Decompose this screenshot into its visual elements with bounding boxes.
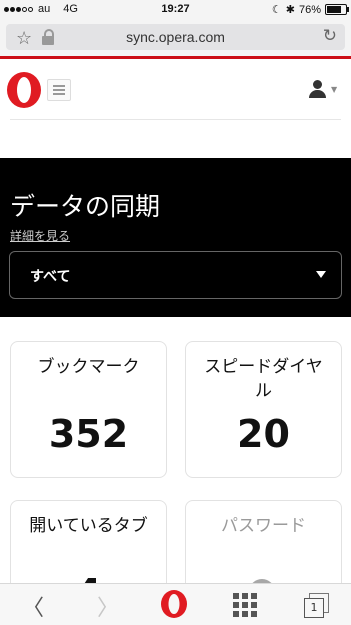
forward-arrow-icon[interactable]: 〉: [97, 590, 119, 622]
moon-icon: ☾: [271, 4, 282, 16]
hamburger-icon[interactable]: [47, 79, 71, 101]
grid-icon[interactable]: [233, 593, 257, 617]
tabs-button[interactable]: 1: [304, 593, 329, 618]
divider: [10, 119, 341, 120]
chevron-down-icon[interactable]: ▼: [331, 85, 337, 94]
data-type-select[interactable]: すべて: [9, 251, 342, 299]
opera-menu-icon[interactable]: [159, 589, 189, 619]
browser-address-bar: ☆ sync.opera.com ↻: [0, 20, 351, 56]
card-label: 開いているタブ: [29, 516, 148, 536]
status-bar: au 4G 19:27 ☾ ✱ 76%: [0, 0, 351, 20]
page-title: データの同期: [10, 192, 161, 221]
bookmarks-card[interactable]: ブックマーク 352: [10, 341, 167, 478]
reload-icon[interactable]: ↻: [323, 26, 337, 46]
battery-icon: [325, 4, 349, 15]
sync-header-section: データの同期 詳細を見る すべて: [0, 158, 351, 317]
url-field[interactable]: ☆ sync.opera.com ↻: [6, 24, 345, 50]
bluetooth-icon: ✱: [285, 4, 295, 16]
card-count: 352: [48, 412, 129, 456]
battery-percent: 76%: [298, 3, 321, 16]
caret-down-icon: [316, 271, 326, 278]
tabs-count: 1: [304, 598, 324, 618]
back-arrow-icon[interactable]: 〈: [22, 590, 44, 622]
card-label: スピードダイヤル: [204, 357, 323, 401]
details-link[interactable]: 詳細を見る: [10, 227, 70, 244]
url-text[interactable]: sync.opera.com: [6, 29, 345, 45]
user-icon[interactable]: [307, 79, 329, 101]
card-label: ブックマーク: [37, 357, 140, 377]
select-value: すべて: [30, 269, 71, 285]
site-header: ▼: [0, 59, 351, 121]
card-count: 20: [237, 412, 290, 456]
speed-dial-card[interactable]: スピードダイヤル 20: [185, 341, 342, 478]
browser-toolbar: 〈 〉 1: [0, 583, 351, 625]
card-label: パスワード: [221, 516, 306, 536]
opera-logo[interactable]: [5, 71, 43, 109]
